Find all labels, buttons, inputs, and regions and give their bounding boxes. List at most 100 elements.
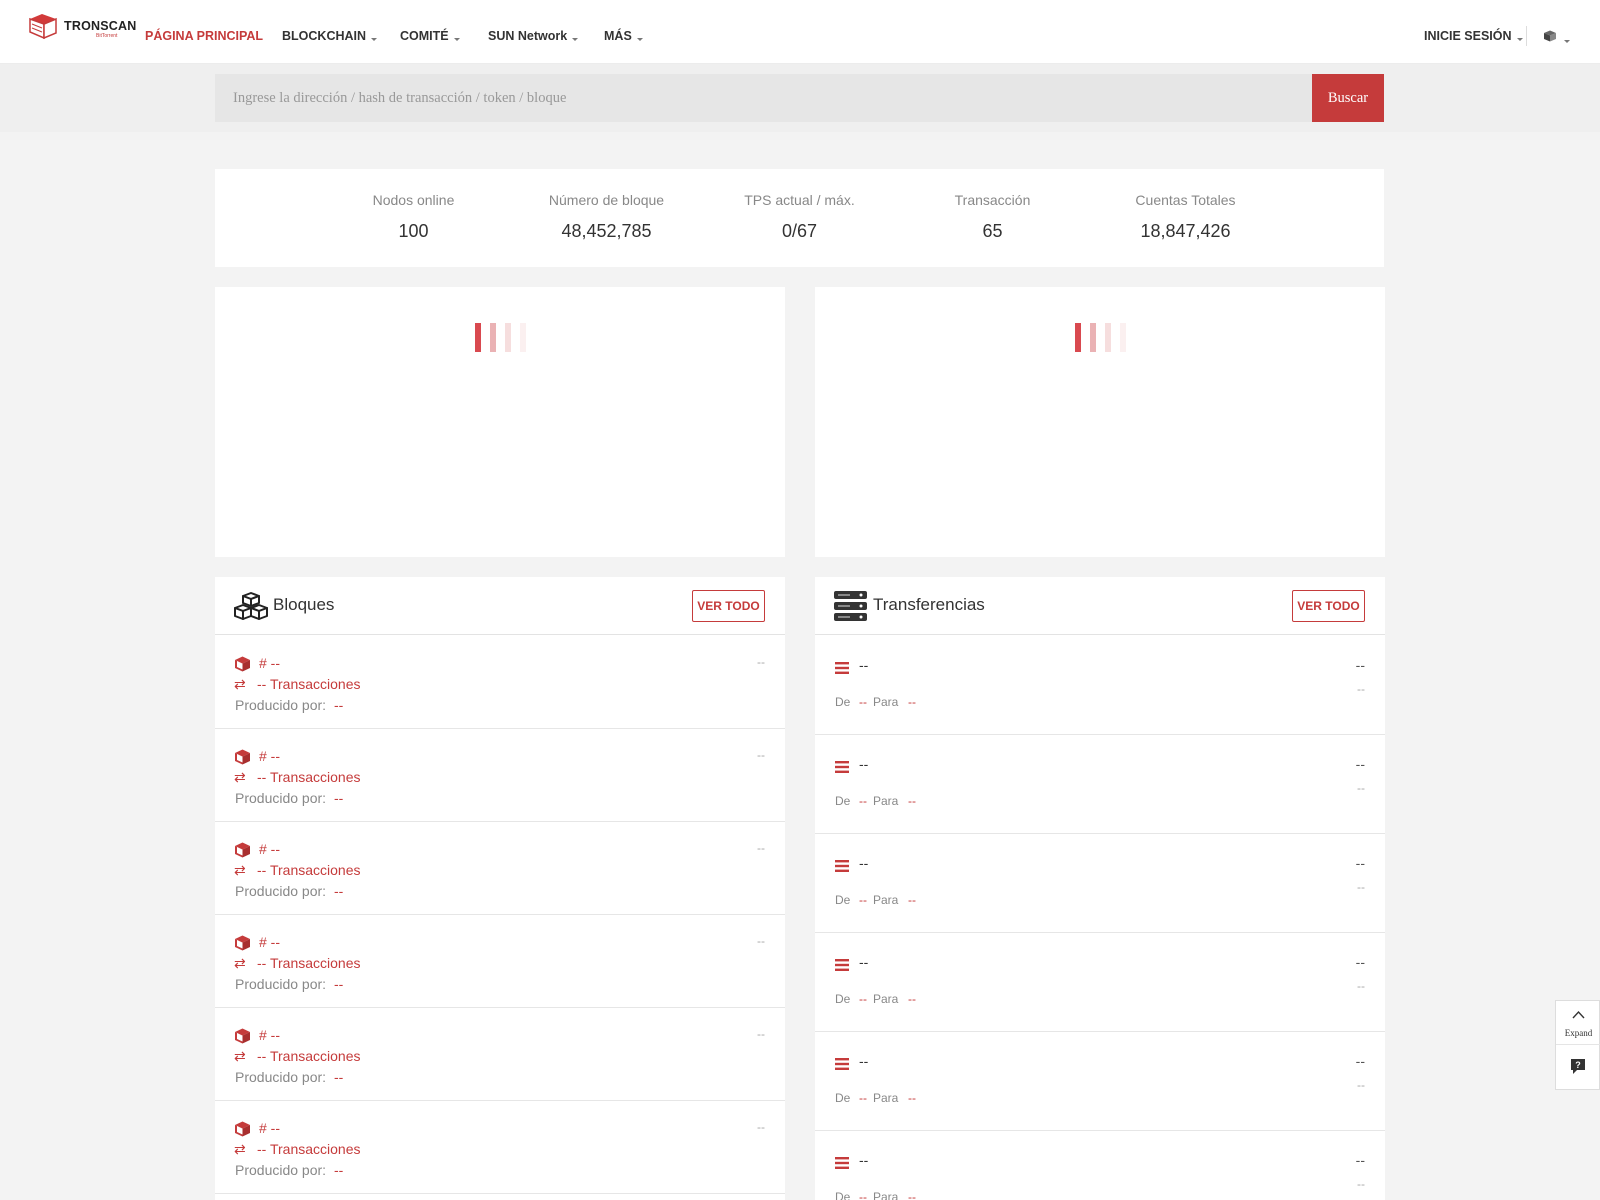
block-tx-count-link[interactable]: -- Transacciones <box>257 862 360 878</box>
transfer-time: -- <box>1357 979 1365 993</box>
nav-home[interactable]: PÁGINA PRINCIPAL <box>145 29 263 44</box>
search-button[interactable]: Buscar <box>1312 74 1384 122</box>
block-number-link[interactable]: # -- <box>259 1027 280 1043</box>
tronscan-logo[interactable]: TRONSCAN BitTorrent <box>28 13 136 41</box>
block-row: # -- ⇄ -- Transacciones Producido por: -- -- <box>215 1101 785 1194</box>
to-address-link[interactable]: -- <box>908 695 916 709</box>
block-number-link[interactable]: # -- <box>259 841 280 857</box>
block-time: -- <box>757 655 765 669</box>
chevron-down-icon <box>572 38 579 41</box>
transfer-token: -- <box>1355 657 1365 673</box>
help-icon: ? <box>1571 1059 1585 1074</box>
produced-by-link[interactable]: -- <box>334 790 343 806</box>
block-cube-icon <box>235 1028 250 1044</box>
nav-blockchain[interactable]: BLOCKCHAIN <box>282 29 378 44</box>
transfer-token: -- <box>1355 855 1365 871</box>
to-label: Para <box>873 695 899 709</box>
block-tx-count-link[interactable]: -- Transacciones <box>257 1048 360 1064</box>
top-header: TRONSCAN BitTorrent PÁGINA PRINCIPAL BLO… <box>0 0 1600 64</box>
from-label: De <box>835 1091 851 1105</box>
list-menu-icon <box>835 761 849 773</box>
transfer-row: -- De -- Para -- -- -- <box>815 834 1385 933</box>
view-all-transfers-button[interactable]: VER TODO <box>1292 590 1365 622</box>
chevron-down-icon <box>1516 38 1523 41</box>
transfer-token: -- <box>1355 954 1365 970</box>
to-label: Para <box>873 1091 899 1105</box>
to-label: Para <box>873 794 899 808</box>
transfer-time: -- <box>1357 880 1365 894</box>
produced-by-link[interactable]: -- <box>334 883 343 899</box>
language-selector[interactable] <box>1543 29 1571 47</box>
blocks-panel: Bloques VER TODO # -- ⇄ -- Transacciones Pr… <box>215 577 785 1200</box>
chevron-down-icon <box>453 38 460 41</box>
blocks-icon <box>234 592 268 620</box>
transfer-token: -- <box>1355 756 1365 772</box>
login-menu[interactable]: INICIE SESIÓN <box>1424 29 1523 44</box>
block-row: # -- ⇄ -- Transacciones Producido por: -- -- <box>215 1008 785 1101</box>
to-address-link[interactable]: -- <box>908 1091 916 1105</box>
block-time: -- <box>757 1120 765 1134</box>
block-cube-icon <box>235 749 250 765</box>
produced-by-link[interactable]: -- <box>334 1162 343 1178</box>
transfer-amount: -- <box>859 756 869 772</box>
block-number-link[interactable]: # -- <box>259 748 280 764</box>
tronscan-logo-icon <box>29 14 57 39</box>
from-address-link[interactable]: -- <box>859 695 867 709</box>
block-row: # -- ⇄ -- Transacciones Producido por: -- -- <box>215 636 785 729</box>
help-button[interactable]: ? <box>1569 1058 1587 1080</box>
produced-by-link[interactable]: -- <box>334 976 343 992</box>
transfer-arrows-icon: ⇄ <box>234 1048 246 1064</box>
from-address-link[interactable]: -- <box>859 794 867 808</box>
language-cube-icon <box>1544 30 1556 42</box>
block-tx-count-link[interactable]: -- Transacciones <box>257 1141 360 1157</box>
to-address-link[interactable]: -- <box>908 1190 916 1200</box>
nav-sun-network-label: SUN Network <box>488 29 568 43</box>
from-address-link[interactable]: -- <box>859 1091 867 1105</box>
from-address-link[interactable]: -- <box>859 893 867 907</box>
transfers-title: Transferencias <box>873 595 985 614</box>
list-menu-icon <box>835 662 849 674</box>
list-menu-icon <box>835 959 849 971</box>
nav-more[interactable]: MÁS <box>604 29 643 44</box>
to-address-link[interactable]: -- <box>908 794 916 808</box>
transfer-row: -- De -- Para -- -- -- <box>815 1131 1385 1200</box>
nav-home-label: PÁGINA PRINCIPAL <box>145 29 264 43</box>
stat-label: Transacción <box>954 192 1031 208</box>
to-address-link[interactable]: -- <box>908 992 916 1006</box>
transfer-row: -- De -- Para -- -- -- <box>815 735 1385 834</box>
stat-value: 18,847,426 <box>1140 221 1231 241</box>
produced-by-link[interactable]: -- <box>334 697 343 713</box>
nav-divider <box>1526 26 1527 46</box>
transfer-row: -- De -- Para -- -- -- <box>815 636 1385 735</box>
produced-by-label: Producido por: <box>235 883 327 899</box>
to-address-link[interactable]: -- <box>908 893 916 907</box>
block-number-link[interactable]: # -- <box>259 1120 280 1136</box>
from-address-link[interactable]: -- <box>859 992 867 1006</box>
view-all-blocks-button[interactable]: VER TODO <box>692 590 765 622</box>
from-label: De <box>835 992 851 1006</box>
transfer-time: -- <box>1357 682 1365 696</box>
search-input[interactable] <box>215 74 1312 122</box>
expand-label: Expand <box>1564 1028 1593 1038</box>
block-tx-count-link[interactable]: -- Transacciones <box>257 955 360 971</box>
transfer-arrows-icon: ⇄ <box>234 1141 246 1157</box>
transfer-row: -- De -- Para -- -- -- <box>815 933 1385 1032</box>
produced-by-link[interactable]: -- <box>334 1069 343 1085</box>
expand-button[interactable]: Expand <box>1556 1001 1600 1045</box>
svg-text:?: ? <box>1575 1060 1581 1070</box>
nav-committee[interactable]: COMITÉ <box>400 29 460 44</box>
block-tx-count-link[interactable]: -- Transacciones <box>257 769 360 785</box>
list-menu-icon <box>835 1157 849 1169</box>
block-number-link[interactable]: # -- <box>259 655 280 671</box>
network-stats: Nodos online 100 Número de bloque 48,452… <box>215 169 1384 267</box>
transfer-amount: -- <box>859 855 869 871</box>
chart-panel-left <box>215 287 785 557</box>
transfers-panel: Transferencias VER TODO -- De -- Para -- -- --… <box>815 577 1385 1200</box>
brand-tagline: BitTorrent <box>96 33 118 39</box>
from-address-link[interactable]: -- <box>859 1190 867 1200</box>
nav-sun-network[interactable]: SUN Network <box>488 29 579 44</box>
block-number-link[interactable]: # -- <box>259 934 280 950</box>
block-tx-count-link[interactable]: -- Transacciones <box>257 676 360 692</box>
transfer-token: -- <box>1355 1053 1365 1069</box>
block-time: -- <box>757 841 765 855</box>
